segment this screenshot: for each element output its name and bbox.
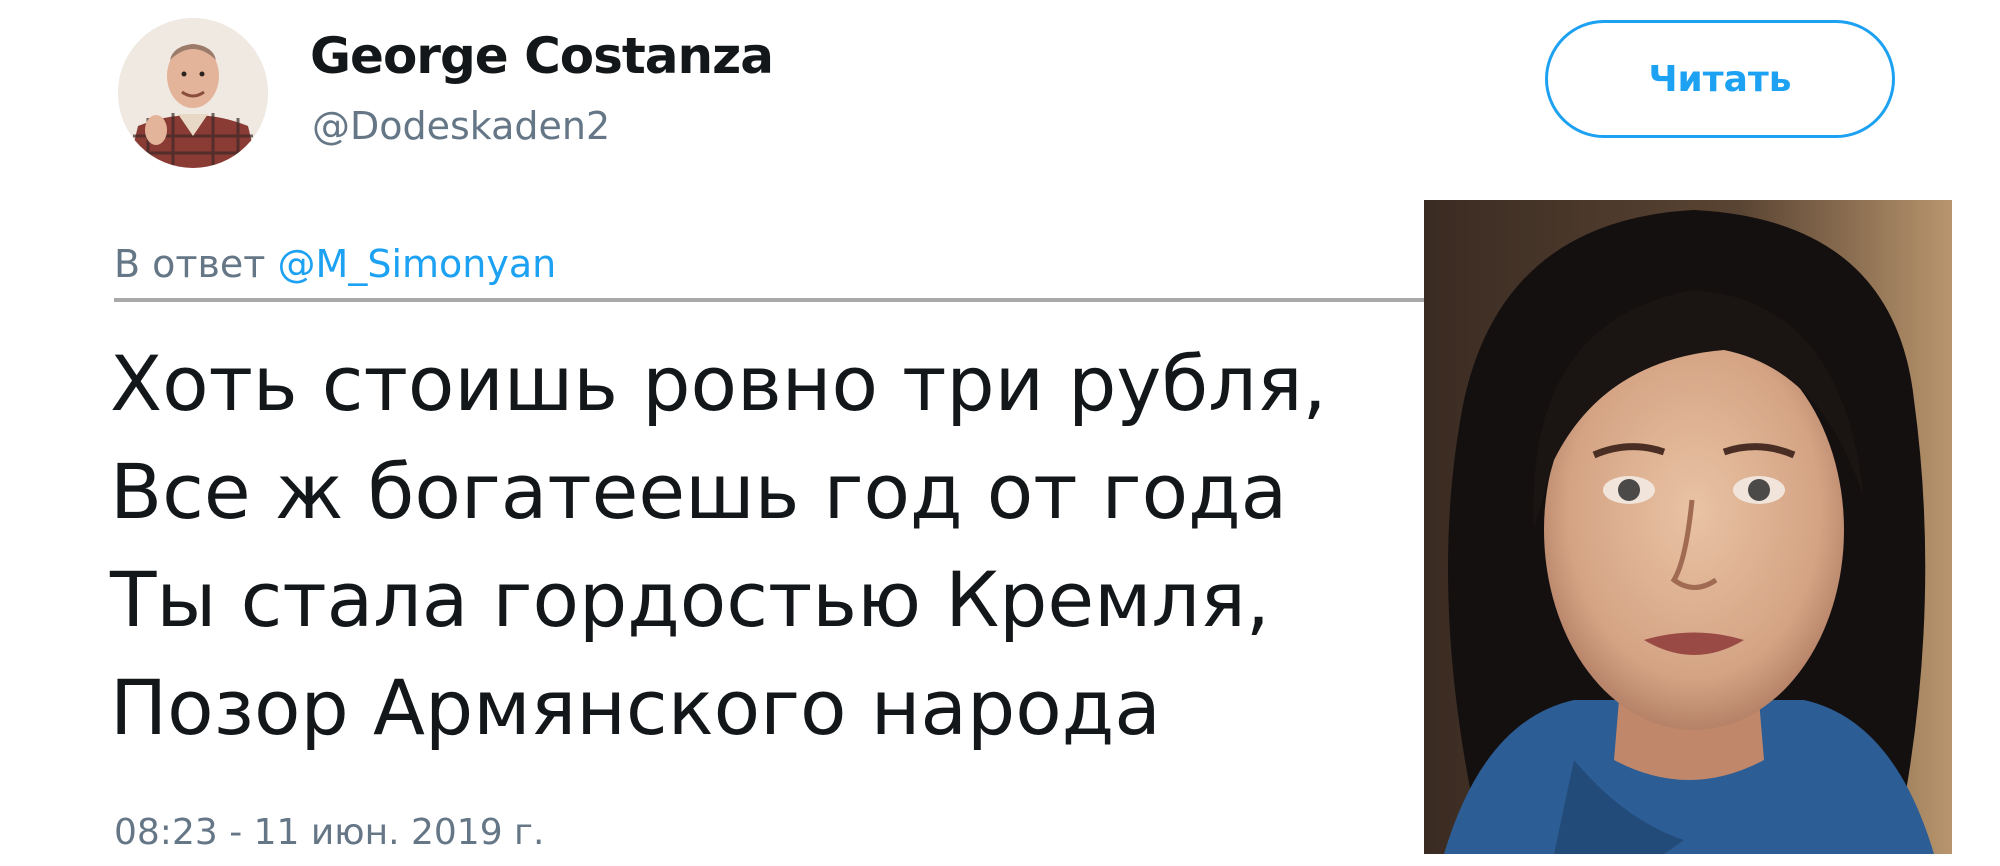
arrow-annotation — [114, 286, 1504, 314]
follow-button[interactable]: Читать — [1545, 20, 1895, 138]
tweet-line: Позор Армянского народа — [110, 663, 1161, 752]
portrait-photo — [1424, 200, 1952, 854]
display-name[interactable]: George Costanza — [310, 26, 774, 86]
avatar[interactable] — [118, 18, 268, 168]
tweet-line: Ты стала гордостью Кремля, — [110, 555, 1270, 644]
user-handle[interactable]: @Dodeskaden2 — [312, 102, 610, 150]
tweet-text: Хоть стоишь ровно три рубля, Все ж богат… — [110, 330, 1430, 762]
tweet-line: Все ж богатеешь год от года — [110, 447, 1288, 536]
tweet-line: Хоть стоишь ровно три рубля, — [110, 339, 1327, 428]
tweet-timestamp[interactable]: 08:23 - 11 июн. 2019 г. — [114, 810, 544, 856]
avatar-image — [118, 18, 268, 168]
portrait-image — [1424, 200, 1952, 854]
